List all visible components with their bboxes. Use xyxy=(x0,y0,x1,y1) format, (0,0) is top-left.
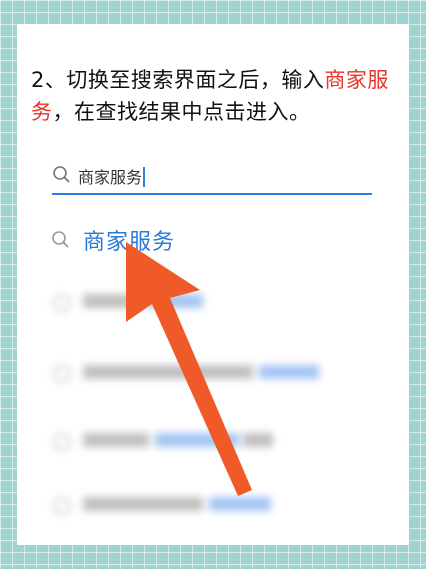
pointer-arrow-icon xyxy=(126,242,252,496)
